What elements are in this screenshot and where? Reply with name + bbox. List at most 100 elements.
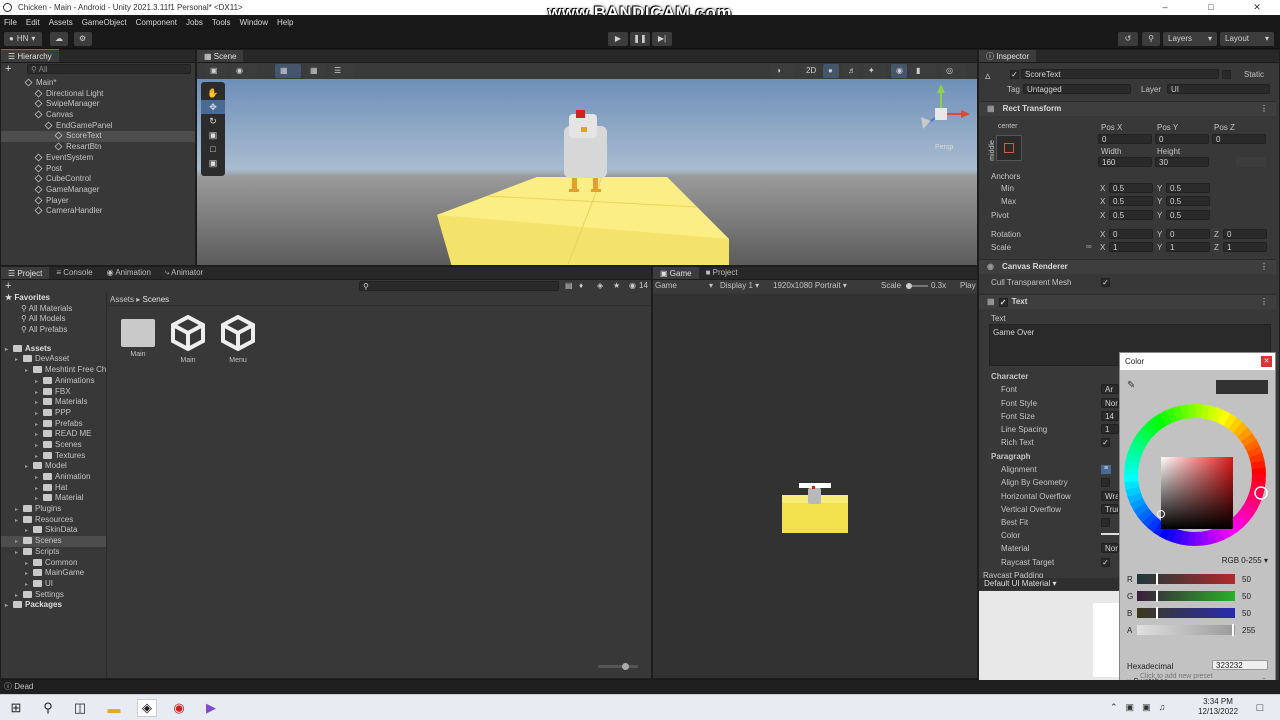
2d-toggle-button[interactable]: 2D — [801, 64, 819, 78]
tab-animator[interactable]: ⤷ Animator — [158, 267, 210, 279]
grid-snap-button[interactable]: ▦ — [305, 64, 325, 78]
chevron-down-icon[interactable]: ▸ — [35, 377, 43, 388]
layout-dropdown[interactable]: Layout ▾ — [1220, 32, 1274, 46]
rect-transform-header[interactable]: ▦ Rect Transform ⋮ — [979, 101, 1276, 116]
asset-tree-item[interactable]: ▸ Materials — [1, 397, 106, 408]
chevron-down-icon[interactable]: ▸ — [15, 548, 23, 559]
game-viewport[interactable] — [653, 294, 977, 678]
asset-tree-item[interactable]: ▸ Model — [1, 461, 106, 472]
file-explorer-icon[interactable]: ▬ — [104, 699, 124, 717]
breadcrumb-scenes[interactable]: Scenes — [143, 295, 170, 304]
menu-item-file[interactable]: File — [4, 18, 17, 27]
height-field[interactable]: 30 — [1155, 157, 1209, 167]
object-name-field[interactable]: ScoreText — [1021, 69, 1219, 79]
hierarchy-search-input[interactable]: ⚲ All — [27, 64, 191, 74]
static-checkbox[interactable] — [1222, 70, 1231, 79]
r-channel-input[interactable]: 50 — [1238, 574, 1268, 584]
pause-button[interactable]: ❚❚ — [630, 32, 650, 46]
tag-icon[interactable]: ◈ — [597, 281, 603, 290]
a-channel-handle[interactable] — [1232, 624, 1234, 636]
sz-field[interactable]: 1 — [1223, 242, 1267, 252]
text-enabled-checkbox[interactable]: ✓ — [998, 298, 1008, 307]
hierarchy-item[interactable]: Directional Light — [1, 89, 195, 100]
character-label[interactable]: Character — [991, 372, 1028, 381]
line-spacing-value[interactable]: 1 — [1101, 424, 1119, 434]
search-button[interactable]: ⚲ — [1142, 32, 1160, 46]
collab-button[interactable]: ⚙ — [74, 32, 92, 46]
layers-dropdown[interactable]: Layers ▾ — [1163, 32, 1217, 46]
font-style-value[interactable]: Norm — [1101, 398, 1119, 408]
hierarchy-item[interactable]: EventSystem — [1, 153, 195, 164]
notification-icon[interactable]: □ — [1250, 699, 1270, 717]
hierarchy-item[interactable]: GameManager — [1, 185, 195, 196]
r-channel-slider[interactable] — [1137, 574, 1235, 584]
font-size-value[interactable]: 14 — [1101, 411, 1119, 421]
chevron-down-icon[interactable]: ▸ — [15, 355, 23, 366]
tray-app-icon[interactable]: ▣ — [1126, 702, 1135, 713]
tab-game[interactable]: ▣ Game — [653, 267, 699, 279]
visual-studio-icon[interactable]: ▶ — [201, 699, 221, 717]
minx-field[interactable]: 0.5 — [1109, 183, 1153, 193]
asset-tree-item[interactable]: ▸ Common — [1, 558, 106, 569]
pivot-button[interactable]: ▦ — [275, 64, 301, 78]
asset-tree-item[interactable]: ▸ Resources — [1, 515, 106, 526]
menu-item-gameobject[interactable]: GameObject — [82, 18, 127, 27]
chevron-down-icon[interactable]: ▸ — [35, 409, 43, 420]
posy-field[interactable]: 0 — [1155, 134, 1209, 144]
hierarchy-item[interactable]: Canvas — [1, 110, 195, 121]
chevron-down-icon[interactable]: ▸ — [5, 345, 13, 356]
v-overflow-value[interactable]: Trun — [1101, 504, 1119, 514]
add-icon[interactable]: + — [5, 63, 11, 75]
menu-item-window[interactable]: Window — [240, 18, 268, 27]
asset-file[interactable]: Menu — [218, 314, 258, 364]
a-channel-input[interactable]: 255 — [1238, 625, 1268, 635]
menu-icon[interactable]: ⋮ — [1260, 260, 1268, 274]
snap-increment-button[interactable]: ☰ — [329, 64, 355, 78]
scene-gizmo[interactable] — [921, 84, 970, 129]
asset-tree-item[interactable]: ▸ SkinData — [1, 525, 106, 536]
favorites-header[interactable]: ★ Favorites — [1, 293, 106, 304]
link-icon[interactable]: ∞ — [1086, 242, 1092, 251]
camera-mode-button[interactable]: ◑ — [771, 64, 795, 78]
eyedropper-icon[interactable]: ✎ — [1127, 380, 1135, 391]
render-mode-button[interactable]: ◉ — [231, 64, 257, 78]
tab-project[interactable]: ■ Project — [699, 267, 745, 279]
audio-toggle-button[interactable]: ♬ — [843, 64, 859, 78]
h-overflow-value[interactable]: Wrap — [1101, 491, 1119, 501]
tab-project[interactable]: ☰ Project — [1, 267, 50, 279]
project-search-input[interactable]: ⚲ — [359, 281, 559, 291]
asset-tree-item[interactable]: ▸ Hat — [1, 483, 106, 494]
b-channel-handle[interactable] — [1156, 607, 1158, 619]
asset-tree-item[interactable]: ▸ Scenes — [1, 440, 106, 451]
menu-item-assets[interactable]: Assets — [49, 18, 73, 27]
tab-animation[interactable]: ◉ Animation — [100, 267, 158, 279]
b-channel-input[interactable]: 50 — [1238, 608, 1268, 618]
bandicam-icon[interactable]: ◉ — [169, 699, 189, 717]
text-component-header[interactable]: ▦ ✓ Text ⋮ — [979, 294, 1276, 309]
game-view-dropdown[interactable]: Game ▾ — [655, 281, 713, 290]
account-button[interactable]: ● HN ▾ — [4, 32, 42, 46]
cull-checkbox[interactable]: ✓ — [1101, 278, 1110, 287]
chevron-down-icon[interactable]: ▸ — [5, 601, 13, 612]
layer-dropdown[interactable]: UI — [1167, 84, 1270, 94]
asset-tree-item[interactable]: ▸ Scenes — [1, 536, 106, 547]
hierarchy-item[interactable]: Main* — [1, 78, 195, 89]
asset-tree-item[interactable]: ▸ Material — [1, 493, 106, 504]
zoom-slider[interactable] — [598, 663, 638, 670]
hierarchy-item[interactable]: SwipeManager — [1, 99, 195, 110]
canvas-renderer-header[interactable]: ◉ Canvas Renderer ⋮ — [979, 259, 1276, 274]
play-button[interactable]: ▶ — [608, 32, 628, 46]
gizmos-button[interactable]: ◎ — [941, 64, 967, 78]
hierarchy-item[interactable]: CubeControl — [1, 174, 195, 185]
tab-inspector[interactable]: ⓘ Inspector — [979, 50, 1037, 62]
add-icon[interactable]: + — [5, 280, 11, 292]
favorite-item[interactable]: ⚲ All Prefabs — [1, 325, 106, 336]
history-button[interactable]: ↺ — [1118, 32, 1138, 46]
menu-item-help[interactable]: Help — [277, 18, 293, 27]
color-swatch[interactable] — [1101, 533, 1119, 535]
menu-item-component[interactable]: Component — [136, 18, 177, 27]
chevron-down-icon[interactable]: ▸ — [25, 462, 33, 473]
asset-tree-item[interactable]: ▸ Scripts — [1, 547, 106, 558]
clock[interactable]: 3:34 PM 12/13/2022 — [1198, 697, 1238, 717]
active-checkbox[interactable]: ✓ — [1010, 70, 1019, 79]
